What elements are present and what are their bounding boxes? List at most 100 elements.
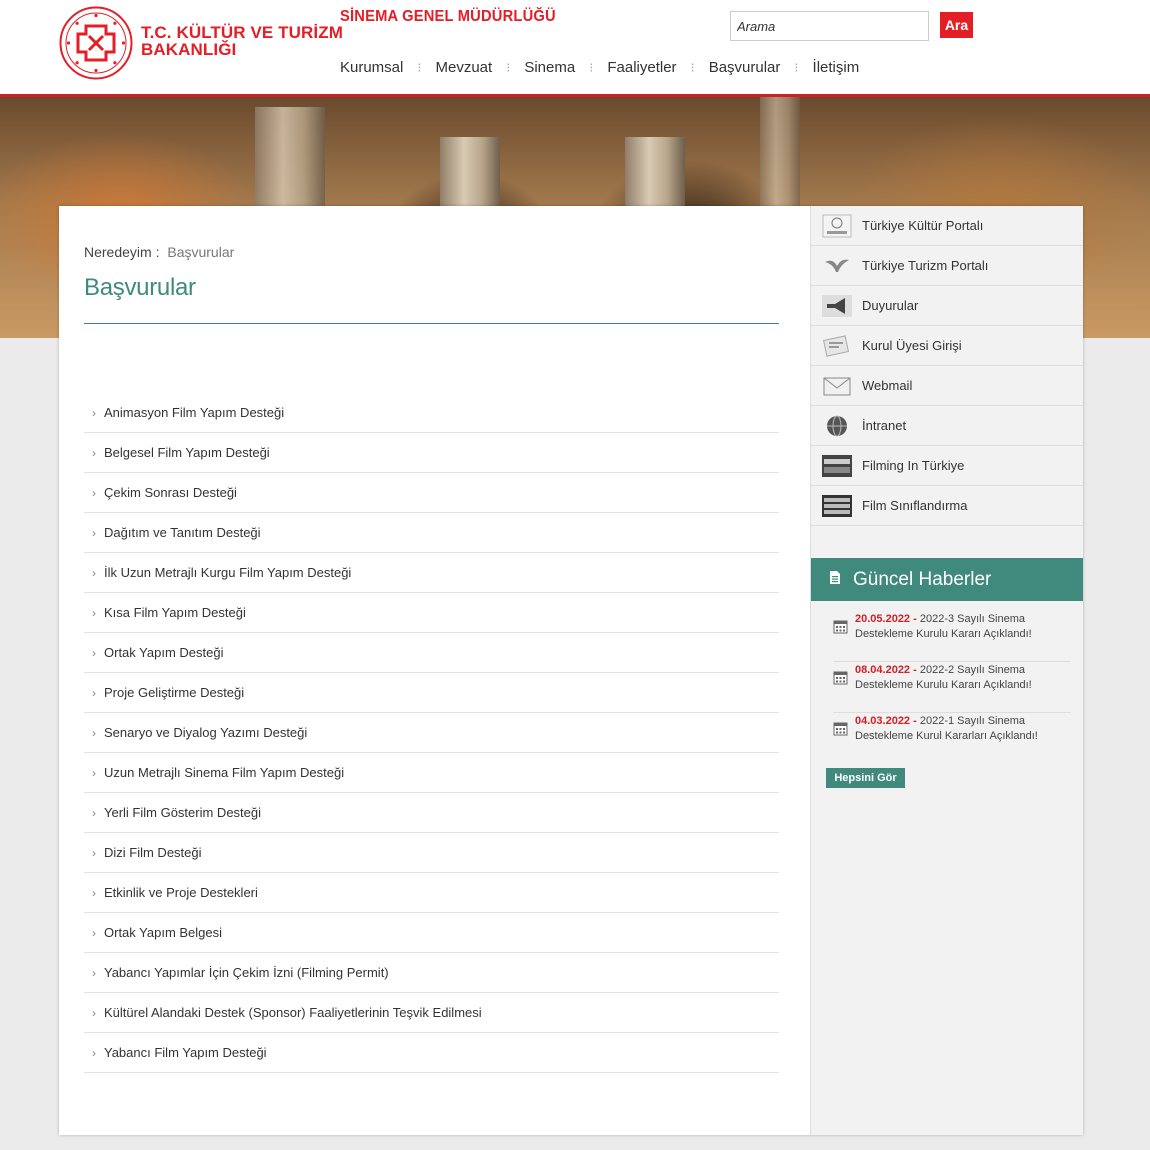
application-item[interactable]: › Ortak Yapım Belgesi xyxy=(84,913,779,953)
sidebar-item-label: Türkiye Kültür Portalı xyxy=(862,218,984,233)
sidebar-item-label: İntranet xyxy=(862,418,907,433)
sidebar-item-label: Kurul Üyesi Girişi xyxy=(862,338,962,353)
ministry-name[interactable]: T.C. KÜLTÜR VE TURİZM BAKANLIĞI xyxy=(141,24,343,58)
application-item[interactable]: › Dağıtım ve Tanıtım Desteği xyxy=(84,513,779,553)
login-icon xyxy=(821,334,853,358)
sidebar-item-intranet[interactable]: İntranet xyxy=(811,406,1083,446)
search-input[interactable] xyxy=(730,11,929,41)
sidebar-item-duyurular[interactable]: Duyurular xyxy=(811,286,1083,326)
application-item[interactable]: › Yabancı Yapımlar İçin Çekim İzni (Filmi… xyxy=(84,953,779,993)
application-item[interactable]: › Kültürel Alandaki Destek (Sponsor) Faal… xyxy=(84,993,779,1033)
application-label: Kısa Film Yapım Desteği xyxy=(104,605,246,620)
sidebar-item-label: Filming In Türkiye xyxy=(862,458,965,473)
chevron-right-icon: › xyxy=(92,725,96,740)
directorate-title[interactable]: SİNEMA GENEL MÜDÜRLÜĞÜ xyxy=(340,8,556,26)
application-label: Çekim Sonrası Desteği xyxy=(104,485,237,500)
nav-faaliyetler[interactable]: Faaliyetler xyxy=(607,59,676,76)
application-item[interactable]: › Senaryo ve Diyalog Yazımı Desteği xyxy=(84,713,779,753)
filming-icon xyxy=(821,454,853,478)
page-title: Başvurular xyxy=(84,274,196,301)
calendar-icon xyxy=(833,722,848,736)
news-header: Güncel Haberler xyxy=(811,558,1083,601)
chevron-right-icon: › xyxy=(92,405,96,420)
chevron-right-icon: › xyxy=(92,605,96,620)
sidebar-item-kultur-portali[interactable]: Türkiye Kültür Portalı xyxy=(811,206,1083,246)
application-label: Kültürel Alandaki Destek (Sponsor) Faali… xyxy=(104,1005,482,1020)
breadcrumb: Neredeyim : Başvurular xyxy=(84,244,234,260)
application-item[interactable]: › Animasyon Film Yapım Desteği xyxy=(84,393,779,433)
application-label: Ortak Yapım Desteği xyxy=(104,645,224,660)
application-item[interactable]: › Ortak Yapım Desteği xyxy=(84,633,779,673)
application-label: Yerli Film Gösterim Desteği xyxy=(104,805,262,820)
news-title: Güncel Haberler xyxy=(853,568,992,590)
nav-kurumsal[interactable]: Kurumsal xyxy=(340,59,403,76)
news-item[interactable]: 04.03.2022 - 2022-1 Sayılı Sinema Destek… xyxy=(833,714,1071,764)
chevron-right-icon: › xyxy=(92,1045,96,1060)
main-nav: Kurumsal ⁝ Mevzuat ⁝ Sinema ⁝ Faaliyetle… xyxy=(340,59,859,76)
application-label: Senaryo ve Diyalog Yazımı Desteği xyxy=(104,725,308,740)
megaphone-icon xyxy=(821,294,853,318)
news-date: 08.04.2022 - xyxy=(855,664,917,676)
nav-separator: ⁝ xyxy=(589,59,594,75)
sidebar-item-webmail[interactable]: Webmail xyxy=(811,366,1083,406)
banner-column xyxy=(255,107,325,207)
news-date: 20.05.2022 - xyxy=(855,613,917,625)
site-header: T.C. KÜLTÜR VE TURİZM BAKANLIĞI SİNEMA G… xyxy=(0,0,1150,94)
application-item[interactable]: › Etkinlik ve Proje Destekleri xyxy=(84,873,779,913)
news-item[interactable]: 20.05.2022 - 2022-3 Sayılı Sinema Destek… xyxy=(833,612,1071,662)
content-card: Neredeyim : Başvurular Başvurular › Anima… xyxy=(59,206,1083,1135)
application-label: Dağıtım ve Tanıtım Desteği xyxy=(104,525,261,540)
chevron-right-icon: › xyxy=(92,805,96,820)
banner-column xyxy=(760,97,800,207)
nav-separator: ⁝ xyxy=(506,59,511,75)
application-item[interactable]: › Yerli Film Gösterim Desteği xyxy=(84,793,779,833)
application-item[interactable]: › Proje Geliştirme Desteği xyxy=(84,673,779,713)
main-content: Neredeyim : Başvurular Başvurular › Anima… xyxy=(59,206,810,1135)
ministry-logo[interactable] xyxy=(59,6,133,80)
chevron-right-icon: › xyxy=(92,765,96,780)
turizm-portal-icon xyxy=(821,254,853,278)
nav-separator: ⁝ xyxy=(417,59,422,75)
search-button[interactable]: Ara xyxy=(940,12,973,38)
sidebar-item-label: Webmail xyxy=(862,378,913,393)
application-label: Uzun Metrajlı Sinema Film Yapım Desteği xyxy=(104,765,345,780)
application-label: Proje Geliştirme Desteği xyxy=(104,685,245,700)
nav-basvurular[interactable]: Başvurular xyxy=(709,59,781,76)
sidebar-item-turizm-portali[interactable]: Türkiye Turizm Portalı xyxy=(811,246,1083,286)
sidebar-item-filming[interactable]: Filming In Türkiye xyxy=(811,446,1083,486)
breadcrumb-current[interactable]: Başvurular xyxy=(167,244,234,260)
nav-sinema[interactable]: Sinema xyxy=(524,59,575,76)
application-label: Dizi Film Desteği xyxy=(104,845,202,860)
film-rating-icon xyxy=(821,494,853,518)
globe-icon xyxy=(821,414,853,438)
chevron-right-icon: › xyxy=(92,925,96,940)
application-item[interactable]: › Uzun Metrajlı Sinema Film Yapım Desteği xyxy=(84,753,779,793)
application-item[interactable]: › Dizi Film Desteği xyxy=(84,833,779,873)
kultur-portal-icon xyxy=(821,214,853,238)
sidebar-item-film-siniflandirma[interactable]: Film Sınıflandırma xyxy=(811,486,1083,526)
application-item[interactable]: › Çekim Sonrası Desteği xyxy=(84,473,779,513)
application-label: Animasyon Film Yapım Desteği xyxy=(104,405,285,420)
nav-iletisim[interactable]: İletişim xyxy=(813,59,860,76)
banner-column xyxy=(625,137,685,217)
sidebar-item-label: Film Sınıflandırma xyxy=(862,498,968,513)
see-all-news-button[interactable]: Hepsini Gör xyxy=(826,768,905,788)
application-label: Yabancı Film Yapım Desteği xyxy=(104,1045,267,1060)
document-icon xyxy=(829,569,841,591)
chevron-right-icon: › xyxy=(92,445,96,460)
application-item[interactable]: › Belgesel Film Yapım Desteği xyxy=(84,433,779,473)
nav-mevzuat[interactable]: Mevzuat xyxy=(436,59,493,76)
chevron-right-icon: › xyxy=(92,645,96,660)
sidebar-item-kurul-uyesi[interactable]: Kurul Üyesi Girişi xyxy=(811,326,1083,366)
ministry-name-line1: T.C. KÜLTÜR VE TURİZM xyxy=(141,23,343,42)
news-date: 04.03.2022 - xyxy=(855,715,917,727)
application-item[interactable]: › İlk Uzun Metrajlı Kurgu Film Yapım Dest… xyxy=(84,553,779,593)
nav-separator: ⁝ xyxy=(690,59,695,75)
chevron-right-icon: › xyxy=(92,685,96,700)
application-item[interactable]: › Yabancı Film Yapım Desteği xyxy=(84,1033,779,1073)
application-label: İlk Uzun Metrajlı Kurgu Film Yapım Deste… xyxy=(104,565,352,580)
sidebar: Türkiye Kültür Portalı Türkiye Turizm Po… xyxy=(810,206,1083,1135)
chevron-right-icon: › xyxy=(92,965,96,980)
news-item[interactable]: 08.04.2022 - 2022-2 Sayılı Sinema Destek… xyxy=(833,663,1071,713)
application-item[interactable]: › Kısa Film Yapım Desteği xyxy=(84,593,779,633)
